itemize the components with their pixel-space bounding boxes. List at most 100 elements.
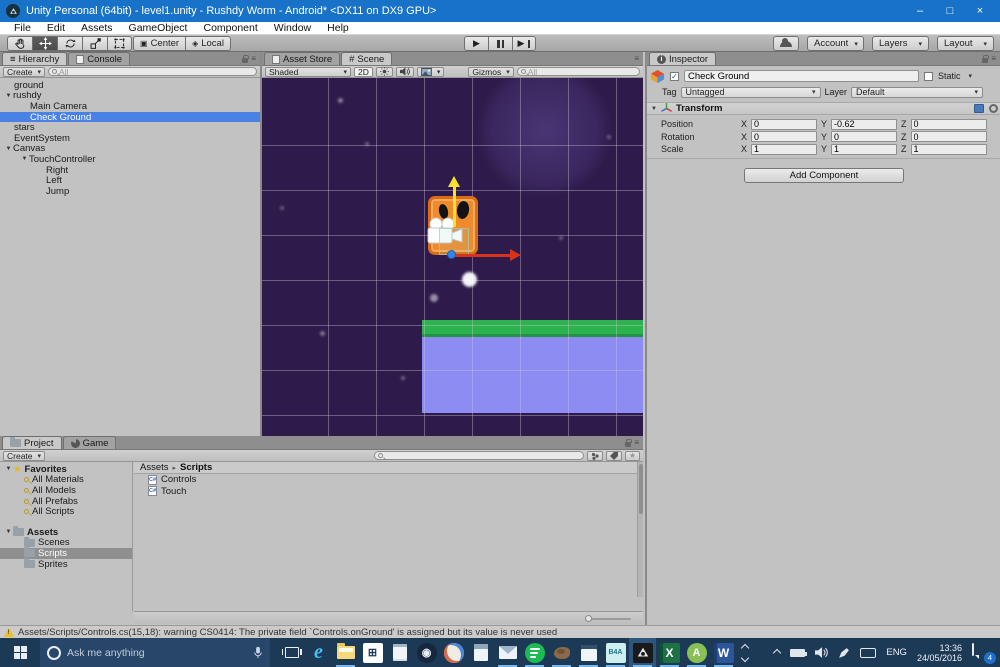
taskbar-file-explorer[interactable] bbox=[332, 638, 359, 667]
favorite-all-scripts[interactable]: All Scripts bbox=[0, 506, 132, 517]
taskbar-excel[interactable]: X bbox=[656, 638, 683, 667]
static-dropdown-icon[interactable]: ▾ bbox=[969, 72, 973, 80]
rotation-y-field[interactable] bbox=[831, 131, 897, 142]
window-titlebar[interactable]: Unity Personal (64bit) - level1.unity - … bbox=[0, 0, 1000, 22]
tab-console[interactable]: Console bbox=[68, 52, 130, 65]
foldout-icon[interactable]: ▼ bbox=[651, 106, 657, 112]
static-checkbox[interactable] bbox=[924, 72, 933, 81]
hierarchy-item-canvas[interactable]: ▼Canvas bbox=[0, 144, 260, 155]
scale-tool-icon[interactable] bbox=[82, 36, 107, 51]
status-message[interactable]: Assets/Scripts/Controls.cs(15,18): warni… bbox=[18, 627, 557, 638]
favorite-all-prefabs[interactable]: All Prefabs bbox=[0, 496, 132, 507]
scene-lighting-button[interactable] bbox=[376, 67, 393, 77]
hand-tool-icon[interactable] bbox=[7, 36, 32, 51]
taskbar-search-input[interactable] bbox=[67, 647, 247, 659]
minimize-icon[interactable]: – bbox=[906, 1, 934, 21]
hierarchy-item-check-ground[interactable]: Check Ground bbox=[0, 112, 260, 123]
scale-x-field[interactable] bbox=[751, 144, 817, 155]
hierarchy-item-jump[interactable]: Jump bbox=[0, 186, 260, 197]
cortana-search[interactable] bbox=[40, 638, 270, 667]
taskbar-spotify[interactable] bbox=[521, 638, 548, 667]
hierarchy-item-touchcontroller[interactable]: ▼TouchController bbox=[0, 154, 260, 165]
position-y-field[interactable] bbox=[831, 119, 897, 130]
scroll-up-icon[interactable] bbox=[741, 643, 749, 651]
account-dropdown[interactable]: Account▾ bbox=[807, 36, 864, 51]
foldout-icon[interactable]: ▼ bbox=[20, 156, 29, 162]
breadcrumb-current[interactable]: Scripts bbox=[180, 462, 212, 473]
gear-icon[interactable] bbox=[989, 104, 998, 113]
taskbar-calculator[interactable] bbox=[467, 638, 494, 667]
hierarchy-item-stars[interactable]: stars bbox=[0, 122, 260, 133]
taskbar-steam[interactable]: ◉ bbox=[413, 638, 440, 667]
folder-sprites[interactable]: Sprites bbox=[0, 559, 132, 570]
search-by-label-button[interactable] bbox=[606, 451, 622, 461]
lock-icon[interactable] bbox=[625, 442, 631, 447]
gameobject-name-field[interactable] bbox=[684, 70, 919, 82]
lock-icon[interactable] bbox=[982, 58, 988, 63]
tab-inspector[interactable]: iInspector bbox=[649, 52, 716, 65]
menu-gameobject[interactable]: GameObject bbox=[121, 22, 196, 35]
touch-keyboard-icon[interactable] bbox=[860, 648, 876, 658]
rotate-tool-icon[interactable] bbox=[57, 36, 82, 51]
project-create-button[interactable]: Create▾ bbox=[3, 451, 45, 461]
vertical-scrollbar[interactable] bbox=[637, 462, 643, 597]
menu-component[interactable]: Component bbox=[195, 22, 265, 35]
tab-asset-store[interactable]: Asset Store bbox=[264, 52, 340, 65]
tab-hierarchy[interactable]: ≡Hierarchy bbox=[2, 52, 67, 65]
layout-dropdown[interactable]: Layout▾ bbox=[937, 36, 994, 51]
taskbar-mail[interactable] bbox=[494, 638, 521, 667]
tab-scene[interactable]: #Scene bbox=[341, 52, 392, 65]
maximize-icon[interactable]: □ bbox=[936, 1, 964, 21]
panel-menu-icon[interactable]: ≡ bbox=[634, 54, 639, 63]
taskbar-scroll-buttons[interactable] bbox=[737, 638, 753, 667]
rotation-x-field[interactable] bbox=[751, 131, 817, 142]
hierarchy-item-left[interactable]: Left bbox=[0, 175, 260, 186]
ground-dirt-sprite[interactable] bbox=[422, 337, 643, 413]
add-component-button[interactable]: Add Component bbox=[744, 168, 904, 183]
scene-effects-dropdown[interactable]: ▾ bbox=[417, 67, 445, 77]
panel-menu-icon[interactable]: ≡ bbox=[251, 54, 256, 63]
foldout-icon[interactable]: ▼ bbox=[4, 146, 13, 152]
taskbar-store[interactable]: ⊞ bbox=[359, 638, 386, 667]
play-button[interactable]: ▶ bbox=[464, 36, 488, 51]
scale-z-field[interactable] bbox=[911, 144, 987, 155]
breadcrumb-root[interactable]: Assets bbox=[140, 462, 169, 473]
hierarchy-search-input[interactable] bbox=[59, 67, 253, 77]
tag-dropdown[interactable]: Untagged▾ bbox=[681, 87, 821, 98]
search-by-type-button[interactable] bbox=[587, 451, 603, 461]
pen-icon[interactable] bbox=[838, 647, 850, 659]
taskbar-unity[interactable] bbox=[629, 638, 656, 667]
scene-viewport[interactable] bbox=[262, 78, 643, 436]
toggle-2d-button[interactable]: 2D bbox=[354, 67, 373, 77]
scale-y-field[interactable] bbox=[831, 144, 897, 155]
project-search[interactable] bbox=[374, 451, 584, 460]
hierarchy-create-button[interactable]: Create▾ bbox=[3, 67, 45, 77]
rotation-z-field[interactable] bbox=[911, 131, 987, 142]
transform-component-header[interactable]: ▼ Transform bbox=[647, 102, 1000, 115]
menu-assets[interactable]: Assets bbox=[73, 22, 121, 35]
hierarchy-item-right[interactable]: Right bbox=[0, 165, 260, 176]
project-search-input[interactable] bbox=[385, 451, 580, 461]
scroll-down-icon[interactable] bbox=[741, 653, 749, 661]
hierarchy-item-main-camera[interactable]: Main Camera bbox=[0, 101, 260, 112]
gizmo-x-arrowhead[interactable] bbox=[510, 249, 521, 261]
taskbar-clock[interactable]: 13:3624/05/2016 bbox=[917, 643, 962, 663]
menu-window[interactable]: Window bbox=[266, 22, 319, 35]
gizmos-dropdown[interactable]: Gizmos▾ bbox=[468, 67, 513, 77]
foldout-icon[interactable]: ▼ bbox=[4, 529, 13, 535]
hierarchy-item-rushdy[interactable]: ▼rushdy bbox=[0, 91, 260, 102]
foldout-icon[interactable]: ▼ bbox=[4, 466, 13, 472]
help-reference-icon[interactable] bbox=[974, 104, 984, 113]
pivot-center-button[interactable]: ▣Center bbox=[133, 36, 185, 51]
ground-grass-sprite[interactable] bbox=[422, 320, 643, 337]
favorite-all-materials[interactable]: All Materials bbox=[0, 475, 132, 486]
shading-mode-dropdown[interactable]: Shaded▾ bbox=[265, 67, 351, 77]
rect-tool-icon[interactable] bbox=[107, 36, 132, 51]
scene-audio-button[interactable] bbox=[396, 67, 414, 77]
assets-root-node[interactable]: ▼Assets bbox=[0, 527, 132, 538]
status-bar[interactable]: ! Assets/Scripts/Controls.cs(15,18): war… bbox=[0, 625, 1000, 638]
hidden-icons-chevron[interactable] bbox=[773, 648, 781, 656]
slider-handle[interactable] bbox=[585, 615, 592, 622]
tab-project[interactable]: Project bbox=[2, 436, 62, 449]
scrollbar-thumb[interactable] bbox=[639, 464, 643, 514]
